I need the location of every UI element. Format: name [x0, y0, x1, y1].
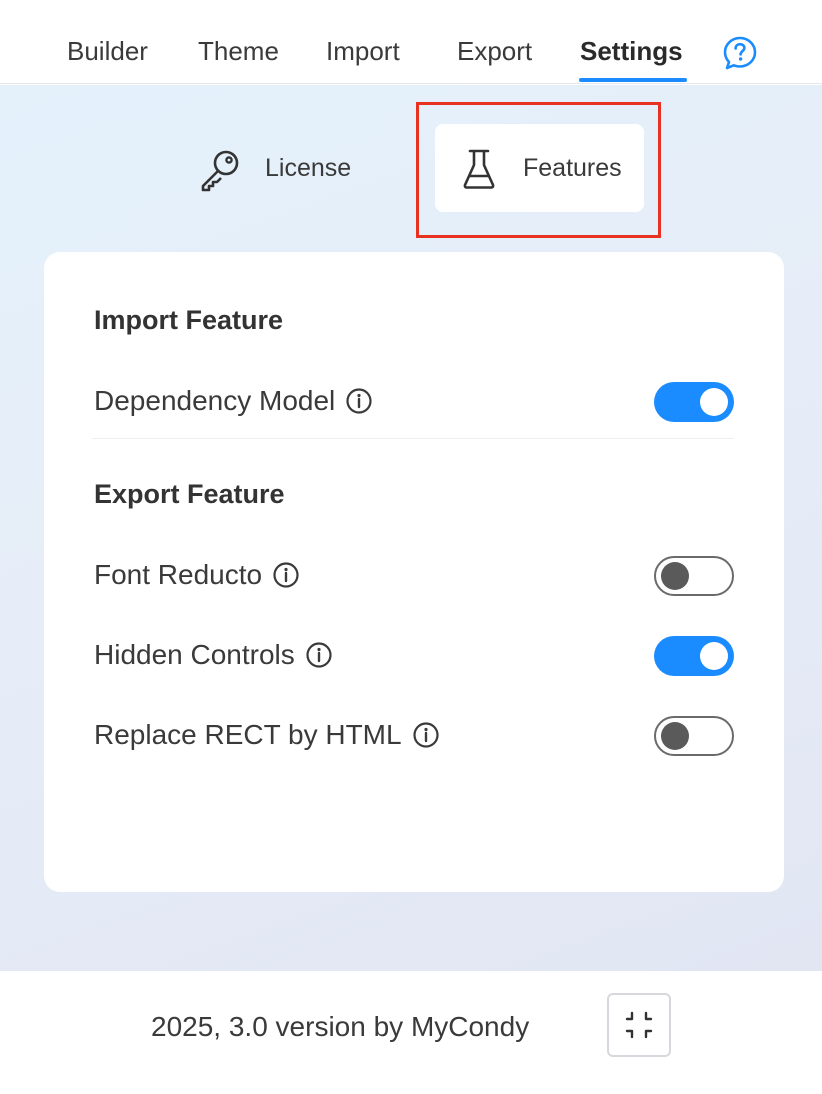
footer: 2025, 3.0 version by MyCondy	[0, 971, 822, 1094]
tab-theme[interactable]: Theme	[198, 36, 279, 67]
question-bubble-icon	[723, 36, 757, 70]
settings-panel: Builder Theme Import Export Settings Lic…	[0, 0, 822, 1094]
active-tab-indicator	[579, 78, 687, 82]
font-reducto-toggle[interactable]	[654, 556, 734, 596]
subtab-license[interactable]: License	[180, 124, 390, 212]
export-feature-title: Export Feature	[94, 479, 285, 509]
tab-settings[interactable]: Settings	[580, 36, 683, 67]
dependency-model-toggle[interactable]	[654, 382, 734, 422]
subtab-features-label: Features	[523, 154, 622, 182]
subtab-features[interactable]: Features	[435, 124, 644, 212]
dependency-model-label: Dependency Model	[94, 385, 336, 416]
font-reducto-label: Font Reducto	[94, 559, 263, 590]
top-nav: Builder Theme Import Export Settings	[0, 0, 822, 84]
font-reducto-row: Font Reducto	[94, 559, 300, 591]
info-icon[interactable]	[412, 721, 440, 749]
info-icon[interactable]	[272, 561, 300, 589]
features-card: Import Feature Dependency Model Export F…	[44, 252, 784, 892]
replace-rect-toggle[interactable]	[654, 716, 734, 756]
toggle-knob	[700, 388, 728, 416]
tab-export[interactable]: Export	[457, 36, 532, 67]
collapse-button[interactable]	[607, 993, 671, 1057]
subtab-license-label: License	[265, 154, 352, 182]
section-divider	[92, 438, 734, 439]
hidden-controls-toggle[interactable]	[654, 636, 734, 676]
import-feature-title: Import Feature	[94, 305, 284, 335]
settings-main: License Features Import Feature Dependen…	[0, 85, 822, 971]
version-text: 2025, 3.0 version by MyCondy	[151, 1011, 530, 1042]
toggle-knob	[700, 642, 728, 670]
tab-builder[interactable]: Builder	[67, 36, 148, 67]
collapse-icon	[625, 1011, 653, 1039]
hidden-controls-label: Hidden Controls	[94, 639, 295, 670]
info-icon[interactable]	[305, 641, 333, 669]
toggle-knob	[661, 562, 689, 590]
tab-import[interactable]: Import	[326, 36, 400, 67]
dependency-model-row: Dependency Model	[94, 385, 373, 417]
replace-rect-row: Replace RECT by HTML	[94, 719, 440, 751]
info-icon[interactable]	[345, 387, 373, 415]
replace-rect-label: Replace RECT by HTML	[94, 719, 402, 750]
key-icon	[201, 150, 239, 192]
hidden-controls-row: Hidden Controls	[94, 639, 333, 671]
flask-icon	[463, 149, 495, 189]
toggle-knob	[661, 722, 689, 750]
help-button[interactable]	[722, 35, 758, 71]
